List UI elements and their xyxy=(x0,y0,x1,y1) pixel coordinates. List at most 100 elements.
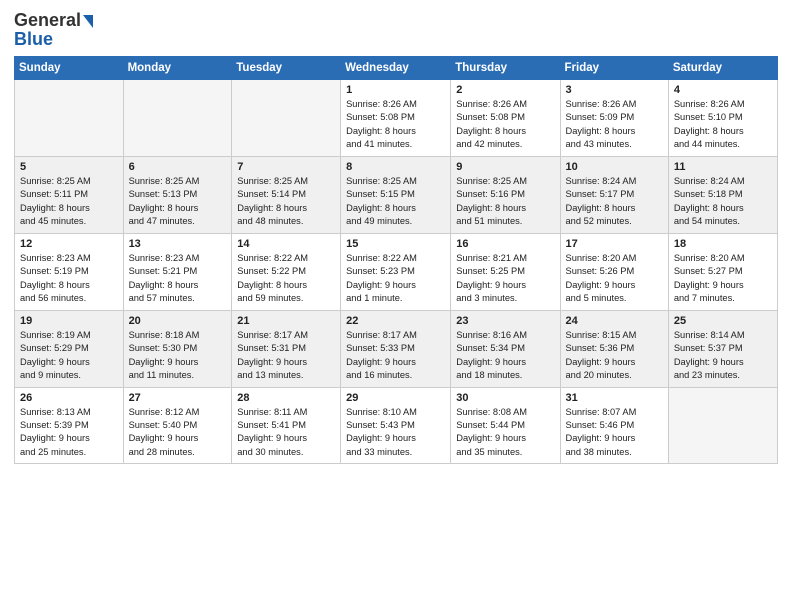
day-info: Sunrise: 8:23 AM Sunset: 5:19 PM Dayligh… xyxy=(20,252,118,306)
day-number: 20 xyxy=(129,315,227,327)
day-info: Sunrise: 8:20 AM Sunset: 5:26 PM Dayligh… xyxy=(566,252,663,306)
calendar-cell: 30 Sunrise: 8:08 AM Sunset: 5:44 PM Dayli… xyxy=(451,387,560,464)
calendar-cell: 19 Sunrise: 8:19 AM Sunset: 5:29 PM Dayli… xyxy=(15,310,124,387)
day-info: Sunrise: 8:17 AM Sunset: 5:31 PM Dayligh… xyxy=(237,329,335,383)
day-info: Sunrise: 8:25 AM Sunset: 5:15 PM Dayligh… xyxy=(346,175,445,229)
calendar-cell: 4 Sunrise: 8:26 AM Sunset: 5:10 PM Daylig… xyxy=(668,80,777,157)
day-info: Sunrise: 8:25 AM Sunset: 5:11 PM Dayligh… xyxy=(20,175,118,229)
calendar-cell: 15Sunrise: 8:22 AM Sunset: 5:23 PM Dayli… xyxy=(341,233,451,310)
day-info: Sunrise: 8:26 AM Sunset: 5:10 PM Dayligh… xyxy=(674,98,772,152)
day-number: 22 xyxy=(346,315,445,327)
week-row-4: 19 Sunrise: 8:19 AM Sunset: 5:29 PM Dayli… xyxy=(15,310,778,387)
calendar-cell xyxy=(123,80,232,157)
calendar-cell: 22 Sunrise: 8:17 AM Sunset: 5:33 PM Dayli… xyxy=(341,310,451,387)
calendar-cell: 12 Sunrise: 8:23 AM Sunset: 5:19 PM Dayli… xyxy=(15,233,124,310)
day-number: 30 xyxy=(456,392,554,404)
day-info: Sunrise: 8:24 AM Sunset: 5:17 PM Dayligh… xyxy=(566,175,663,229)
calendar-cell xyxy=(668,387,777,464)
weekday-monday: Monday xyxy=(123,57,232,80)
day-info: Sunrise: 8:26 AM Sunset: 5:08 PM Dayligh… xyxy=(456,98,554,152)
calendar-cell: 11 Sunrise: 8:24 AM Sunset: 5:18 PM Dayli… xyxy=(668,156,777,233)
calendar-cell: 24 Sunrise: 8:15 AM Sunset: 5:36 PM Dayli… xyxy=(560,310,668,387)
day-info: Sunrise: 8:26 AM Sunset: 5:09 PM Dayligh… xyxy=(566,98,663,152)
day-number: 6 xyxy=(129,161,227,173)
day-number: 14 xyxy=(237,238,335,250)
calendar-cell: 10 Sunrise: 8:24 AM Sunset: 5:17 PM Dayli… xyxy=(560,156,668,233)
day-number: 23 xyxy=(456,315,554,327)
calendar-cell: 16 Sunrise: 8:21 AM Sunset: 5:25 PM Dayli… xyxy=(451,233,560,310)
day-info: Sunrise: 8:14 AM Sunset: 5:37 PM Dayligh… xyxy=(674,329,772,383)
calendar-cell: 14 Sunrise: 8:22 AM Sunset: 5:22 PM Dayli… xyxy=(232,233,341,310)
day-info: Sunrise: 8:23 AM Sunset: 5:21 PM Dayligh… xyxy=(129,252,227,306)
week-row-5: 26 Sunrise: 8:13 AM Sunset: 5:39 PM Dayli… xyxy=(15,387,778,464)
day-info: Sunrise: 8:08 AM Sunset: 5:44 PM Dayligh… xyxy=(456,406,554,460)
day-info: Sunrise: 8:15 AM Sunset: 5:36 PM Dayligh… xyxy=(566,329,663,383)
calendar-cell: 6 Sunrise: 8:25 AM Sunset: 5:13 PM Daylig… xyxy=(123,156,232,233)
day-number: 26 xyxy=(20,392,118,404)
week-row-1: 1Sunrise: 8:26 AM Sunset: 5:08 PM Daylig… xyxy=(15,80,778,157)
calendar-cell: 7Sunrise: 8:25 AM Sunset: 5:14 PM Daylig… xyxy=(232,156,341,233)
day-number: 2 xyxy=(456,84,554,96)
calendar: SundayMondayTuesdayWednesdayThursdayFrid… xyxy=(14,56,778,464)
calendar-cell xyxy=(232,80,341,157)
calendar-cell: 28Sunrise: 8:11 AM Sunset: 5:41 PM Dayli… xyxy=(232,387,341,464)
day-number: 31 xyxy=(566,392,663,404)
calendar-cell: 23 Sunrise: 8:16 AM Sunset: 5:34 PM Dayli… xyxy=(451,310,560,387)
weekday-header-row: SundayMondayTuesdayWednesdayThursdayFrid… xyxy=(15,57,778,80)
day-number: 16 xyxy=(456,238,554,250)
day-number: 19 xyxy=(20,315,118,327)
day-info: Sunrise: 8:20 AM Sunset: 5:27 PM Dayligh… xyxy=(674,252,772,306)
calendar-cell: 29 Sunrise: 8:10 AM Sunset: 5:43 PM Dayli… xyxy=(341,387,451,464)
day-info: Sunrise: 8:07 AM Sunset: 5:46 PM Dayligh… xyxy=(566,406,663,460)
day-number: 24 xyxy=(566,315,663,327)
day-number: 12 xyxy=(20,238,118,250)
calendar-cell: 18 Sunrise: 8:20 AM Sunset: 5:27 PM Dayli… xyxy=(668,233,777,310)
day-info: Sunrise: 8:19 AM Sunset: 5:29 PM Dayligh… xyxy=(20,329,118,383)
calendar-cell: 8 Sunrise: 8:25 AM Sunset: 5:15 PM Daylig… xyxy=(341,156,451,233)
day-number: 18 xyxy=(674,238,772,250)
day-number: 15 xyxy=(346,238,445,250)
day-number: 11 xyxy=(674,161,772,173)
day-number: 4 xyxy=(674,84,772,96)
day-info: Sunrise: 8:10 AM Sunset: 5:43 PM Dayligh… xyxy=(346,406,445,460)
calendar-cell: 17 Sunrise: 8:20 AM Sunset: 5:26 PM Dayli… xyxy=(560,233,668,310)
calendar-cell: 21Sunrise: 8:17 AM Sunset: 5:31 PM Dayli… xyxy=(232,310,341,387)
day-number: 17 xyxy=(566,238,663,250)
page: General Blue SundayMondayTuesdayWednesda… xyxy=(0,0,792,612)
day-info: Sunrise: 8:24 AM Sunset: 5:18 PM Dayligh… xyxy=(674,175,772,229)
day-info: Sunrise: 8:13 AM Sunset: 5:39 PM Dayligh… xyxy=(20,406,118,460)
day-number: 8 xyxy=(346,161,445,173)
weekday-thursday: Thursday xyxy=(451,57,560,80)
day-number: 7 xyxy=(237,161,335,173)
weekday-tuesday: Tuesday xyxy=(232,57,341,80)
logo-general-text: General xyxy=(14,10,81,31)
day-info: Sunrise: 8:25 AM Sunset: 5:16 PM Dayligh… xyxy=(456,175,554,229)
day-number: 27 xyxy=(129,392,227,404)
day-info: Sunrise: 8:22 AM Sunset: 5:22 PM Dayligh… xyxy=(237,252,335,306)
calendar-cell: 26 Sunrise: 8:13 AM Sunset: 5:39 PM Dayli… xyxy=(15,387,124,464)
day-number: 5 xyxy=(20,161,118,173)
weekday-saturday: Saturday xyxy=(668,57,777,80)
day-number: 29 xyxy=(346,392,445,404)
calendar-cell: 5 Sunrise: 8:25 AM Sunset: 5:11 PM Daylig… xyxy=(15,156,124,233)
calendar-cell: 13Sunrise: 8:23 AM Sunset: 5:21 PM Dayli… xyxy=(123,233,232,310)
logo-blue-text: Blue xyxy=(14,29,53,50)
day-info: Sunrise: 8:18 AM Sunset: 5:30 PM Dayligh… xyxy=(129,329,227,383)
day-info: Sunrise: 8:16 AM Sunset: 5:34 PM Dayligh… xyxy=(456,329,554,383)
day-info: Sunrise: 8:12 AM Sunset: 5:40 PM Dayligh… xyxy=(129,406,227,460)
calendar-cell: 27 Sunrise: 8:12 AM Sunset: 5:40 PM Dayli… xyxy=(123,387,232,464)
week-row-3: 12 Sunrise: 8:23 AM Sunset: 5:19 PM Dayli… xyxy=(15,233,778,310)
day-number: 9 xyxy=(456,161,554,173)
day-number: 25 xyxy=(674,315,772,327)
day-number: 10 xyxy=(566,161,663,173)
calendar-cell: 20 Sunrise: 8:18 AM Sunset: 5:30 PM Dayli… xyxy=(123,310,232,387)
day-info: Sunrise: 8:25 AM Sunset: 5:13 PM Dayligh… xyxy=(129,175,227,229)
day-info: Sunrise: 8:17 AM Sunset: 5:33 PM Dayligh… xyxy=(346,329,445,383)
day-number: 28 xyxy=(237,392,335,404)
day-number: 3 xyxy=(566,84,663,96)
calendar-cell: 1Sunrise: 8:26 AM Sunset: 5:08 PM Daylig… xyxy=(341,80,451,157)
calendar-cell: 31 Sunrise: 8:07 AM Sunset: 5:46 PM Dayli… xyxy=(560,387,668,464)
day-info: Sunrise: 8:21 AM Sunset: 5:25 PM Dayligh… xyxy=(456,252,554,306)
weekday-friday: Friday xyxy=(560,57,668,80)
weekday-sunday: Sunday xyxy=(15,57,124,80)
